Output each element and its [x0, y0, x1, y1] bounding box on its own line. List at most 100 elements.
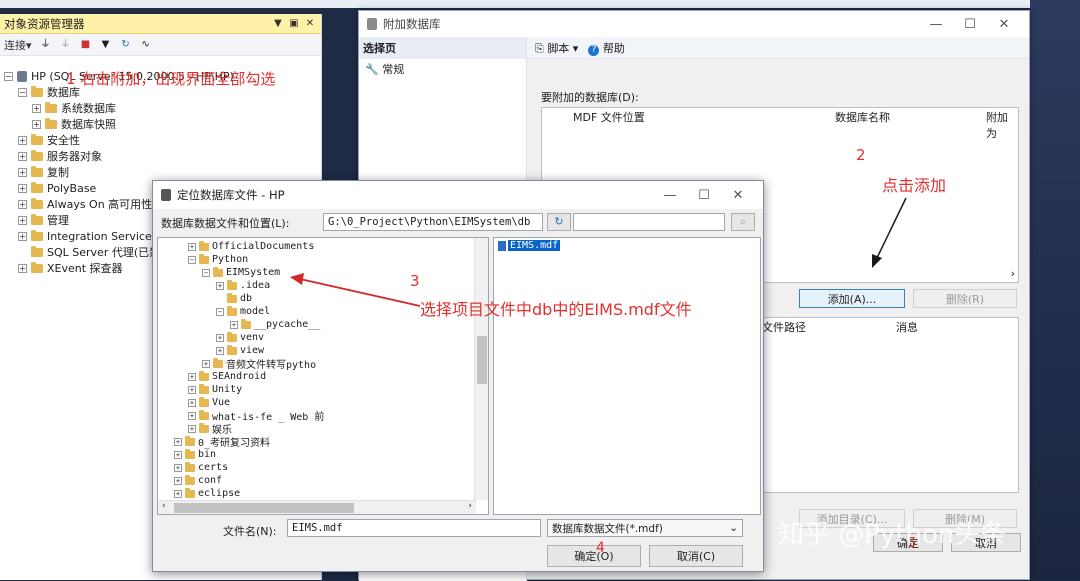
locate-dialog-title: 定位数据库文件 - HP — [177, 188, 285, 202]
object-explorer-node[interactable]: + 复制 — [18, 164, 69, 180]
close-button[interactable]: ✕ — [987, 17, 1021, 32]
expand-icon[interactable]: + — [18, 199, 27, 209]
maximize-button[interactable]: ☐ — [953, 17, 987, 32]
expand-icon[interactable]: + — [202, 359, 210, 368]
filter-icon[interactable]: ▼ — [100, 39, 112, 51]
folder-tree-node[interactable]: +0_考研复习资料 — [174, 435, 270, 449]
folder-tree-node[interactable]: + SEAndroid — [188, 370, 266, 383]
search-input[interactable] — [573, 213, 725, 231]
folder-tree-node[interactable]: + certs — [174, 461, 228, 474]
horizontal-scrollbar[interactable]: ‹ › — [158, 500, 476, 514]
folder-tree-node[interactable]: + __pycache__ — [230, 318, 320, 331]
dropdown-icon[interactable]: ▼ — [271, 18, 285, 29]
add-button[interactable]: 添加(A)... — [799, 289, 905, 308]
connect-button[interactable]: 连接▾ — [4, 37, 32, 53]
minimize-button[interactable]: — — [919, 17, 953, 32]
collapse-icon[interactable]: − — [4, 71, 13, 81]
path-input[interactable]: G:\0_Project\Python\EIMSystem\db — [323, 213, 543, 231]
file-item-selected[interactable]: EIMS.mdf — [498, 240, 561, 251]
folder-tree-node[interactable]: − Python — [188, 253, 248, 266]
expand-icon[interactable]: + — [174, 450, 182, 459]
folder-icon — [185, 461, 195, 472]
expand-icon[interactable]: + — [18, 151, 27, 161]
object-explorer-node[interactable]: + 数据库快照 — [32, 116, 116, 132]
scroll-right-icon[interactable]: › — [468, 501, 472, 511]
scroll-thumb[interactable] — [477, 336, 487, 384]
locate-cancel-button[interactable]: 取消(C) — [649, 545, 743, 567]
expand-icon[interactable]: + — [18, 135, 27, 145]
collapse-icon[interactable]: − — [216, 307, 224, 316]
script-button[interactable]: ⎘ 脚本 ▾ — [535, 40, 578, 56]
object-explorer-node[interactable]: + Integration Services — [18, 228, 158, 244]
expand-icon[interactable]: + — [188, 398, 196, 407]
folder-tree-node[interactable]: + bin — [174, 448, 216, 461]
folder-tree-node[interactable]: + eclipse — [174, 487, 240, 500]
object-explorer-node[interactable]: + 系统数据库 — [32, 100, 116, 116]
stop-icon[interactable]: ■ — [80, 39, 92, 51]
expand-icon[interactable]: + — [188, 242, 196, 251]
close-icon[interactable]: ✕ — [303, 18, 317, 29]
expand-icon[interactable]: + — [188, 372, 196, 381]
expand-icon[interactable]: + — [18, 231, 27, 241]
disconnect-icon[interactable]: ⏚ — [60, 39, 72, 51]
file-list[interactable]: EIMS.mdf — [493, 237, 761, 515]
folder-tree-node[interactable]: + OfficialDocuments — [188, 240, 314, 253]
expand-icon[interactable]: + — [18, 215, 27, 225]
expand-icon[interactable]: + — [32, 119, 41, 129]
expand-icon[interactable]: + — [18, 183, 27, 193]
filetype-select[interactable]: 数据库数据文件(*.mdf) ⌄ — [547, 519, 743, 537]
search-button[interactable]: ⌕ — [731, 213, 755, 231]
page-general[interactable]: 🔧 常规 — [359, 59, 526, 79]
filename-input[interactable]: EIMS.mdf — [287, 519, 541, 537]
maximize-button[interactable]: ☐ — [687, 188, 721, 203]
folder-tree-node[interactable]: + Unity — [188, 383, 242, 396]
folder-tree-node[interactable]: + 音频文件转写pytho — [202, 357, 316, 371]
expand-icon[interactable]: + — [188, 424, 196, 433]
expand-icon[interactable]: + — [32, 103, 41, 113]
expand-icon[interactable]: + — [174, 437, 182, 446]
collapse-icon[interactable]: − — [202, 268, 210, 277]
locate-ok-button[interactable]: 确定(O) — [547, 545, 641, 567]
scroll-thumb[interactable] — [174, 503, 354, 513]
expand-icon[interactable]: + — [18, 167, 27, 177]
expand-icon[interactable]: + — [188, 411, 196, 420]
expand-icon[interactable]: + — [216, 281, 224, 290]
dock-icon[interactable]: ▣ — [287, 18, 301, 29]
remove-button[interactable]: 删除(R) — [913, 289, 1017, 308]
folder-tree-node[interactable]: db — [216, 292, 252, 305]
expand-icon[interactable]: + — [174, 489, 182, 498]
object-explorer-node[interactable]: + PolyBase — [18, 180, 96, 196]
connect-plug-icon[interactable]: ⏚ — [40, 39, 52, 51]
expand-icon[interactable]: + — [174, 476, 182, 485]
vertical-scrollbar[interactable] — [474, 238, 488, 500]
object-explorer-node[interactable]: + 安全性 — [18, 132, 80, 148]
expand-icon[interactable]: + — [216, 333, 224, 342]
folder-tree-node[interactable]: + what-is-fe _ Web 前 — [188, 409, 324, 423]
folder-tree-node[interactable]: + venv — [216, 331, 264, 344]
activity-monitor-icon[interactable]: ∿ — [140, 39, 152, 51]
expand-icon[interactable]: + — [216, 346, 224, 355]
object-explorer-node[interactable]: + 服务器对象 — [18, 148, 102, 164]
refresh-icon[interactable]: ↻ — [120, 39, 132, 51]
expand-icon[interactable]: + — [188, 385, 196, 394]
folder-tree-node[interactable]: + .idea — [216, 279, 270, 292]
folder-tree-node[interactable]: − model — [216, 305, 270, 318]
collapse-icon[interactable]: − — [188, 255, 196, 264]
close-button[interactable]: ✕ — [721, 188, 755, 203]
scroll-left-icon[interactable]: ‹ — [162, 501, 166, 511]
object-explorer-node[interactable]: + 管理 — [18, 212, 69, 228]
scroll-right-icon[interactable]: › — [1011, 267, 1015, 280]
minimize-button[interactable]: — — [653, 188, 687, 203]
collapse-icon[interactable]: − — [18, 87, 27, 97]
object-explorer-node[interactable]: SQL Server 代理(已禁 — [18, 244, 160, 260]
folder-tree-node[interactable]: − EIMSystem — [202, 266, 280, 279]
object-explorer-node[interactable]: + Always On 高可用性 — [18, 196, 152, 212]
expand-icon[interactable]: + — [18, 263, 27, 273]
refresh-button[interactable]: ↻ — [547, 213, 571, 231]
details-grid[interactable]: 文件路径 消息 — [761, 317, 1019, 493]
expand-icon[interactable]: + — [174, 463, 182, 472]
help-button[interactable]: ? 帮助 — [588, 40, 625, 56]
object-explorer-node[interactable]: + XEvent 探查器 — [18, 260, 123, 276]
folder-tree-node[interactable]: + conf — [174, 474, 222, 487]
expand-icon[interactable]: + — [230, 320, 238, 329]
